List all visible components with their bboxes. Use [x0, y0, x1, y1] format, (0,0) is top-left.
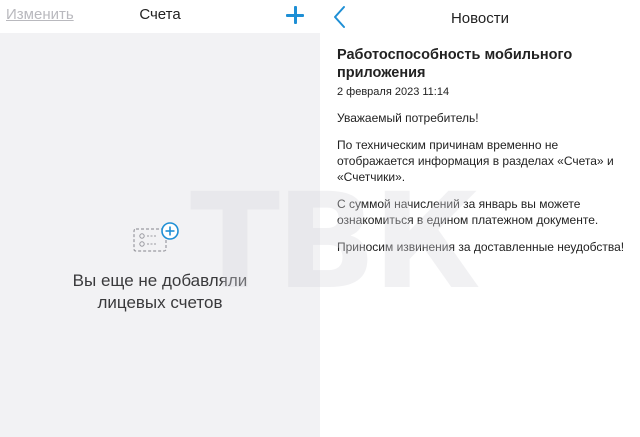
article-paragraph: С суммой начислений за январь вы можете … — [337, 197, 599, 227]
empty-state-message: Вы еще не добавляли лицевых счетов — [0, 270, 320, 314]
add-account-button[interactable] — [284, 4, 306, 26]
article-paragraph: Уважаемый потребитель! — [337, 111, 479, 125]
accounts-title: Счета — [139, 6, 181, 23]
accounts-pane: Изменить Счета Вы еще не добавляли лицев… — [0, 0, 320, 437]
add-card-icon — [133, 222, 179, 252]
empty-state-line-2: лицевых счетов — [97, 293, 223, 312]
news-article: Работоспособность мобильного приложения … — [337, 46, 632, 255]
accounts-header: Изменить Счета — [0, 0, 320, 33]
article-paragraph: По техническим причинам временно не отоб… — [337, 138, 614, 184]
news-pane: Новости Работоспособность мобильного при… — [320, 0, 640, 437]
article-date: 2 февраля 2023 11:14 — [337, 86, 450, 98]
news-title: Новости — [450, 10, 510, 27]
article-title: Работоспособность мобильного приложения — [337, 47, 573, 81]
article-body: Уважаемый потребитель! По техническим пр… — [337, 110, 632, 255]
empty-state-line-1: Вы еще не добавляли — [72, 271, 248, 290]
article-paragraph: Приносим извинения за доставленные неудо… — [337, 240, 625, 254]
